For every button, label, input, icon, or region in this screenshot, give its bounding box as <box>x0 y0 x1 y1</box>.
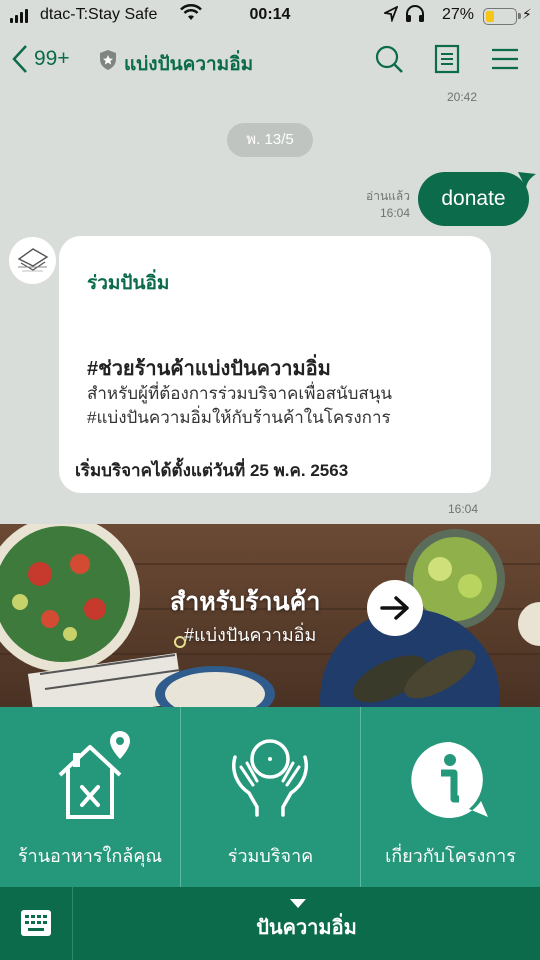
bottom-bar: ปันความอิ่ม <box>0 887 540 960</box>
location-icon <box>382 5 399 27</box>
card-footer: เริ่มบริจาคได้ตั้งแต่วันที่ 25 พ.ค. 2563 <box>75 461 349 480</box>
shield-icon <box>98 49 118 76</box>
avatar[interactable] <box>9 237 56 284</box>
arrow-right-button[interactable] <box>367 580 423 636</box>
banner-subtitle: #แบ่งปันความอิ่ม <box>184 625 317 645</box>
search-icon[interactable] <box>374 44 404 79</box>
message-time: 16:04 <box>448 502 479 516</box>
keyboard-icon <box>21 910 51 936</box>
page-title: แบ่งปันความอิ่ม <box>124 54 254 75</box>
menu-item-about[interactable]: เกี่ยวกับโครงการ <box>361 707 540 887</box>
chevron-left-icon <box>12 45 27 73</box>
bubble-tail <box>518 172 536 188</box>
menu-item-donate[interactable]: ร่วมบริจาค <box>181 707 360 887</box>
battery-percent: 27% <box>442 6 475 23</box>
chat-header: 99+ แบ่งปันความอิ่ม <box>0 32 540 88</box>
notes-icon[interactable] <box>434 44 460 79</box>
menu-label: เกี่ยวกับโครงการ <box>385 846 516 866</box>
card-text-line: สำหรับผู้ที่ต้องการร่วมบริจาคเพื่อสนับสน… <box>87 384 393 403</box>
menu-icon[interactable] <box>491 44 519 79</box>
battery-icon <box>483 8 521 25</box>
read-receipt: อ่านแล้ว 16:04 <box>352 188 410 222</box>
date-separator: พ. 13/5 <box>227 123 313 157</box>
house-restaurant-icon <box>58 731 130 819</box>
keyboard-toggle-button[interactable] <box>0 887 73 960</box>
arrow-right-icon <box>380 596 409 620</box>
charging-icon: ⚡ <box>522 6 532 22</box>
read-label: อ่านแล้ว <box>366 189 410 203</box>
rich-menu: ร้านอาหารใกล้คุณ ร่วมบริจาค เกี่ยวกับโคร… <box>0 707 540 887</box>
card-title: ร่วมปันอิ่ม <box>87 273 170 294</box>
headphones-icon <box>404 5 426 28</box>
incoming-message-card[interactable]: ร่วมปันอิ่ม #ช่วยร้านค้าแบ่งปันความอิ่ม … <box>59 236 491 493</box>
info-icon <box>411 741 488 818</box>
message-time: 20:42 <box>447 90 478 104</box>
banner-title: สำหรับร้านค้า <box>170 588 321 616</box>
outgoing-message[interactable]: donate <box>418 172 529 226</box>
donate-hands-icon <box>232 739 308 817</box>
menu-label: ร่วมบริจาค <box>227 846 314 866</box>
card-text-line: #แบ่งปันความอิ่มให้กับร้านค้าในโครงการ <box>87 408 391 427</box>
message-time: 16:04 <box>379 206 410 220</box>
logo-icon <box>17 248 49 272</box>
status-bar: dtac-T:Stay Safe 00:14 27% ⚡ <box>0 0 540 32</box>
promo-banner[interactable]: สำหรับร้านค้า #แบ่งปันความอิ่ม <box>0 524 540 707</box>
back-button[interactable]: 99+ <box>12 44 70 74</box>
menu-item-restaurants[interactable]: ร้านอาหารใกล้คุณ <box>0 707 180 887</box>
menu-label: ร้านอาหารใกล้คุณ <box>17 846 163 866</box>
unread-count: 99+ <box>34 47 70 70</box>
chevron-down-icon[interactable] <box>290 899 306 908</box>
rich-menu-toggle[interactable]: ปันความอิ่ม <box>73 911 540 943</box>
